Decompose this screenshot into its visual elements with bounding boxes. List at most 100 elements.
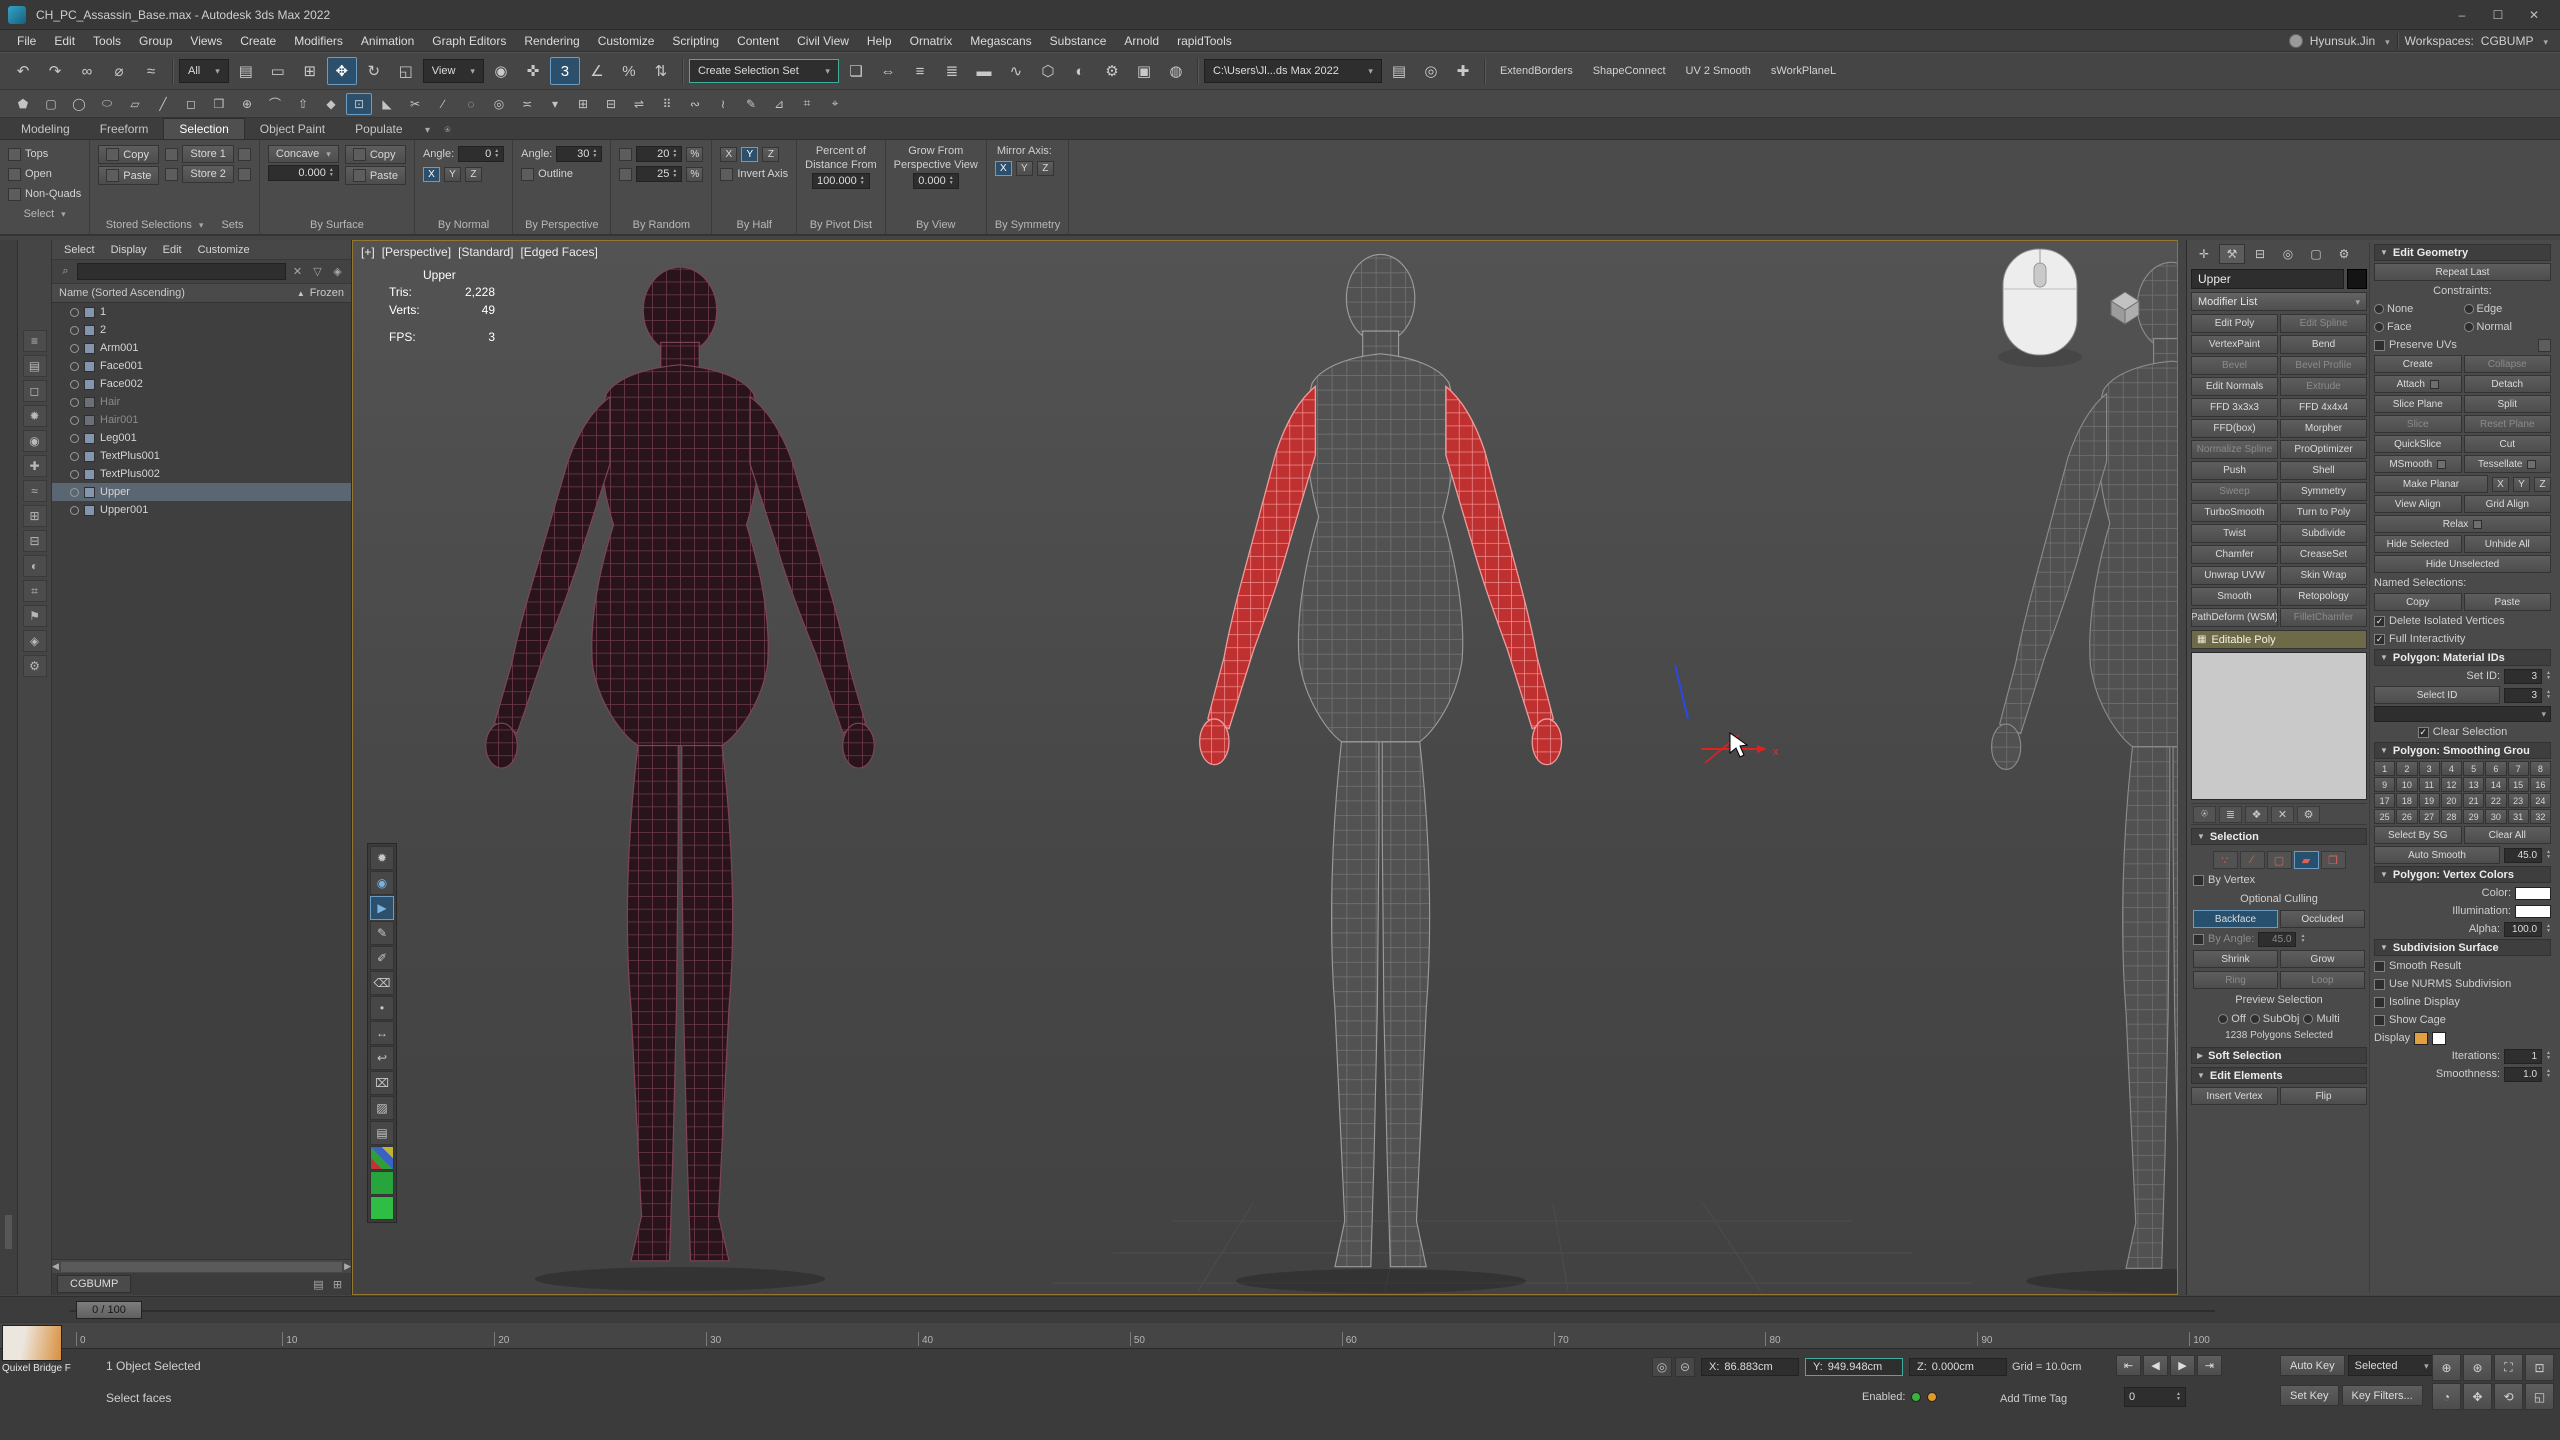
filter-icon[interactable]: ▽ — [309, 263, 326, 280]
scene-object-row[interactable]: Upper — [52, 483, 351, 501]
tool-connect-icon[interactable]: ≍ — [514, 93, 540, 115]
make-planar-button[interactable]: Make Planar — [2374, 475, 2488, 493]
panel-footer-by-pivot[interactable]: By Pivot Dist — [805, 216, 877, 234]
ribbon-option[interactable]: Non-Quads — [8, 185, 81, 203]
edit-geometry-button[interactable]: Collapse — [2464, 355, 2552, 373]
smoothing-group-button[interactable]: 31 — [2508, 809, 2529, 824]
set-id-value[interactable]: 3 — [2504, 669, 2542, 684]
edit-geometry-button[interactable]: Create — [2374, 355, 2462, 373]
by-angle-value[interactable]: 45.0 — [2258, 932, 2296, 947]
shrink-button[interactable]: Shrink — [2193, 950, 2278, 968]
menu-item[interactable]: Tools — [84, 32, 130, 50]
panel-footer-by-symmetry[interactable]: By Symmetry — [995, 216, 1060, 234]
explorer-settings-icon[interactable]: ⚙ — [23, 655, 47, 677]
edit-named-selections-icon[interactable]: ❏ — [841, 57, 871, 85]
clear-all-button[interactable]: Clear All — [2464, 826, 2552, 844]
degradation-indicator[interactable] — [1927, 1392, 1937, 1402]
edge-subobject-icon[interactable]: ∕ — [2240, 851, 2265, 869]
layer-explorer-icon[interactable]: ≣ — [937, 57, 967, 85]
constraint-radio[interactable]: Face — [2374, 319, 2462, 335]
copy-selection-button[interactable]: Copy — [98, 145, 159, 164]
normal-axis-x-toggle[interactable]: X — [423, 167, 440, 182]
auto-smooth-value[interactable]: 45.0 — [2504, 848, 2542, 863]
fov-icon[interactable]: ◔ — [2432, 1383, 2461, 1410]
workspace-select[interactable]: CGBUMP — [2481, 34, 2534, 48]
select-and-rotate-icon[interactable]: ↻ — [359, 57, 389, 85]
transform-gizmo[interactable]: x — [1675, 665, 1779, 763]
preserve-uvs-settings[interactable] — [2538, 339, 2551, 352]
scene-object-row[interactable]: Leg001 — [52, 429, 351, 447]
viewport-menu-shading[interactable]: [Standard] — [458, 245, 513, 259]
perspective-viewport[interactable]: x [+] [Perspective] [Standard] [Edged Fa… — [352, 240, 2178, 1295]
store-2-button[interactable]: Store 2 — [182, 165, 233, 183]
coordinate-z-field[interactable]: Z:0.000cm — [1909, 1358, 2007, 1376]
modifier-button[interactable]: Turn to Poly — [2280, 503, 2367, 522]
tool-cut-icon[interactable]: ✂ — [402, 93, 428, 115]
schematic-view-icon[interactable]: ⬡ — [1033, 57, 1063, 85]
illumination-color-swatch[interactable] — [2515, 905, 2551, 918]
tool-collapse-icon[interactable]: ▾ — [542, 93, 568, 115]
iterations-value[interactable]: 1 — [2504, 1049, 2542, 1064]
random-percent-button[interactable]: % — [686, 147, 703, 162]
ribbon-minimize-icon[interactable]: ▾ — [418, 121, 438, 139]
smoothing-group-button[interactable]: 7 — [2508, 761, 2529, 776]
auto-smooth-button[interactable]: Auto Smooth — [2374, 846, 2500, 864]
modifier-button[interactable]: Edit Spline — [2280, 314, 2367, 333]
grow-button[interactable]: Grow — [2280, 950, 2365, 968]
smoothing-group-button[interactable]: 8 — [2530, 761, 2551, 776]
tool-bevel-icon[interactable]: ◆ — [318, 93, 344, 115]
modifier-list-dropdown[interactable]: Modifier List — [2191, 292, 2367, 311]
subdivision-checkbox-row[interactable]: Smooth Result — [2374, 958, 2551, 974]
sworkplane-button[interactable]: sWorkPlaneL — [1762, 60, 1845, 82]
tool-cylinder-icon[interactable]: ⬭ — [94, 93, 120, 115]
auto-key-button[interactable]: Auto Key — [2280, 1355, 2345, 1376]
rollout-smoothing-groups[interactable]: ▼Polygon: Smoothing Grou — [2374, 742, 2551, 759]
vp-active-color-icon[interactable] — [370, 1171, 394, 1195]
edit-geometry-button[interactable]: Slice — [2374, 415, 2462, 433]
ribbon-option[interactable]: Open — [8, 165, 81, 183]
horizontal-scrollbar[interactable] — [61, 1262, 342, 1272]
modifier-button[interactable]: Chamfer — [2191, 545, 2278, 564]
spinner-snap-icon[interactable]: ⇅ — [646, 57, 676, 85]
enabled-indicator[interactable] — [1911, 1392, 1921, 1402]
modifier-button[interactable]: FFD 4x4x4 — [2280, 398, 2367, 417]
menu-item[interactable]: Arnold — [1115, 32, 1168, 50]
constraint-radio[interactable]: Normal — [2464, 319, 2552, 335]
vp-select-arrow-icon[interactable]: ▶ — [370, 896, 394, 920]
panel-footer-by-surface[interactable]: By Surface — [268, 216, 406, 234]
clear-selection-checkbox[interactable] — [2418, 727, 2429, 738]
vp-dot-icon[interactable]: • — [370, 996, 394, 1020]
model-right-figure[interactable] — [1992, 262, 2178, 1268]
modifier-button[interactable]: Smooth — [2191, 587, 2278, 606]
tool-ring-icon[interactable]: ◎ — [486, 93, 512, 115]
select-and-link-icon[interactable]: ∞ — [72, 57, 102, 85]
smoothing-group-button[interactable]: 13 — [2463, 777, 2484, 792]
tool-chamfer-icon[interactable]: ◣ — [374, 93, 400, 115]
modifier-button[interactable]: FFD(box) — [2191, 419, 2278, 438]
tool-detach-icon[interactable]: ⊟ — [598, 93, 624, 115]
smoothness-value[interactable]: 1.0 — [2504, 1067, 2542, 1082]
edit-geometry-checkbox-row[interactable]: Delete Isolated Vertices — [2374, 613, 2551, 629]
normal-axis-y-toggle[interactable]: Y — [444, 167, 461, 182]
timeline-ruler[interactable]: 0102030405060708090100 — [0, 1322, 2560, 1348]
angle-snap-icon[interactable]: ∠ — [582, 57, 612, 85]
menu-item[interactable]: Animation — [352, 32, 423, 50]
mirror-axis-x-toggle[interactable]: X — [995, 161, 1012, 176]
insert-vertex-button[interactable]: Insert Vertex — [2191, 1087, 2278, 1105]
rollout-edit-geometry[interactable]: ▼Edit Geometry — [2374, 244, 2551, 261]
menu-item[interactable]: Edit — [45, 32, 84, 50]
edit-geometry-button[interactable]: Cut — [2464, 435, 2552, 453]
selection-filter-dropdown[interactable]: All — [179, 59, 229, 83]
smoothing-group-button[interactable]: 3 — [2419, 761, 2440, 776]
model-center-figure[interactable] — [1200, 254, 1562, 1266]
menu-item[interactable]: Megascans — [961, 32, 1040, 50]
modifier-button[interactable]: Unwrap UVW — [2191, 566, 2278, 585]
rollout-edit-elements[interactable]: ▼Edit Elements — [2191, 1067, 2367, 1084]
go-to-end-button[interactable]: ⇥ — [2197, 1355, 2222, 1376]
scene-object-row[interactable]: Arm001 — [52, 339, 351, 357]
modifier-button[interactable]: Shell — [2280, 461, 2367, 480]
tool-mirror-icon[interactable]: ⇌ — [626, 93, 652, 115]
play-button[interactable]: ▶ — [2170, 1355, 2195, 1376]
maximize-button[interactable]: ☐ — [2480, 0, 2516, 30]
coordinate-y-field[interactable]: Y:949.948cm — [1805, 1358, 1903, 1376]
